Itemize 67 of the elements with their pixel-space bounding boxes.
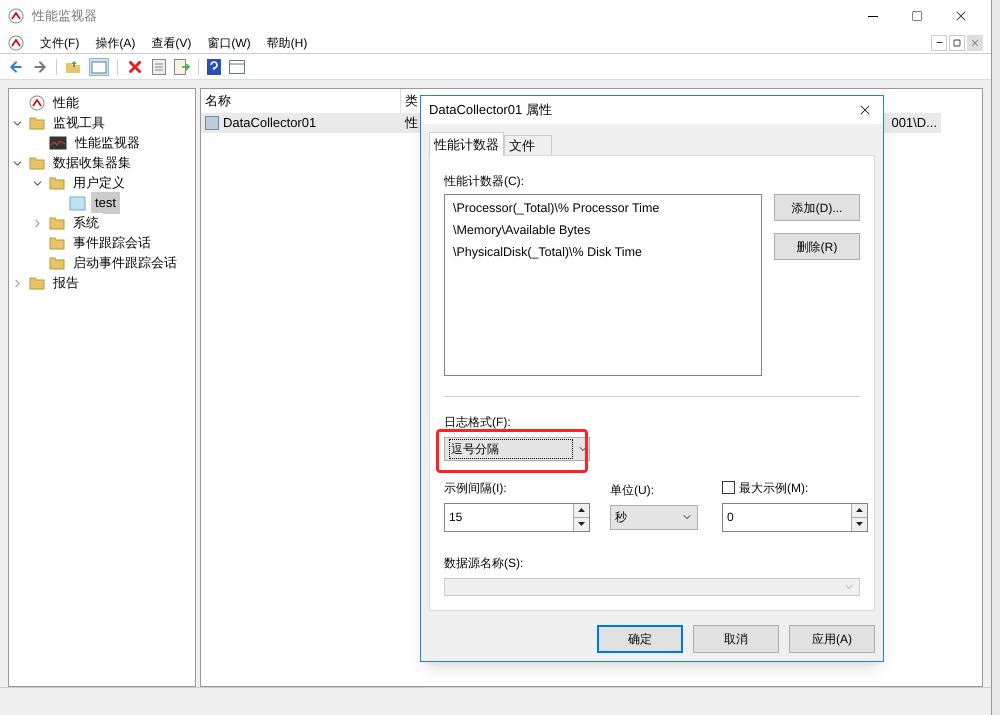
- menu-item[interactable]: 帮助(H): [266, 34, 308, 52]
- down-arrow-icon: [856, 522, 863, 526]
- dialog-button[interactable]: 应用(A): [789, 625, 875, 653]
- back-icon[interactable]: [8, 58, 24, 74]
- folder-icon: [49, 255, 65, 271]
- folder-icon: [49, 215, 65, 231]
- table-cell-text: 001\D...: [890, 114, 938, 132]
- field-label: 示例间隔(I):: [444, 480, 508, 497]
- window-title: 性能监视器: [32, 7, 97, 26]
- help-icon[interactable]: [207, 58, 221, 74]
- add-button[interactable]: 添加(D)...: [774, 194, 860, 221]
- gauge-icon: [8, 34, 24, 50]
- minimize-button[interactable]: [931, 34, 947, 50]
- export-icon[interactable]: [174, 58, 190, 74]
- chart-icon: [49, 136, 67, 150]
- gauge-icon: [8, 8, 24, 24]
- panel-icon[interactable]: [229, 60, 245, 74]
- gauge-icon: [29, 95, 45, 111]
- folder-icon: [29, 275, 45, 291]
- field-label: 日志格式(F):: [444, 414, 512, 431]
- collector-icon: [205, 116, 219, 130]
- tab[interactable]: 文件: [504, 135, 552, 156]
- tree-item[interactable]: test: [91, 192, 120, 214]
- spin-up-button[interactable]: [852, 504, 867, 517]
- cube-icon: [69, 195, 87, 211]
- folder-up-icon[interactable]: [65, 58, 81, 74]
- spin-up-button[interactable]: [574, 504, 589, 517]
- tab[interactable]: 性能计数器: [429, 132, 504, 156]
- folder-icon: [49, 235, 65, 251]
- folder-icon: [49, 175, 65, 191]
- dialog-button[interactable]: 确定: [597, 625, 683, 653]
- up-arrow-icon: [856, 508, 863, 512]
- menu-item[interactable]: 窗口(W): [207, 34, 251, 52]
- interval-spinbox[interactable]: 15: [444, 502, 590, 532]
- spin-down-button[interactable]: [852, 516, 867, 531]
- remove-button[interactable]: 删除(R): [774, 233, 860, 260]
- field-label: 性能计数器(C):: [444, 173, 525, 190]
- close-icon: [970, 38, 980, 48]
- properties-icon[interactable]: [152, 58, 166, 74]
- forward-icon[interactable]: [32, 58, 48, 74]
- dialog-title: DataCollector01 属性: [429, 101, 552, 120]
- up-arrow-icon: [578, 508, 585, 512]
- list-item[interactable]: \PhysicalDisk(_Total)\% Disk Time: [453, 242, 753, 262]
- list-item[interactable]: \Memory\Available Bytes: [453, 220, 753, 240]
- menu-item[interactable]: 操作(A): [95, 34, 136, 52]
- menu-item[interactable]: 查看(V): [151, 34, 192, 52]
- field-label: 单位(U):: [610, 482, 655, 499]
- down-arrow-icon: [578, 522, 585, 526]
- menu-item[interactable]: 文件(F): [40, 34, 80, 52]
- folder-icon: [29, 115, 45, 131]
- log-format-dropdown[interactable]: 逗号分隔: [444, 436, 590, 461]
- panel-icon[interactable]: [89, 58, 109, 76]
- field-label: 数据源名称(S):: [444, 554, 524, 572]
- checkbox-label: 最大示例(M):: [739, 480, 808, 497]
- table-cell-text: 性: [404, 114, 419, 132]
- max-samples-spinbox[interactable]: 0: [722, 502, 868, 532]
- table-cell-text: DataCollector01: [223, 114, 316, 132]
- counter-list[interactable]: \Processor(_Total)\% Processor Time \Memory\Available Bytes \PhysicalDisk(_Total)\% Disk Time: [444, 194, 762, 376]
- checkbox[interactable]: [722, 481, 735, 494]
- spin-down-button[interactable]: [574, 516, 589, 531]
- restore-icon: [953, 38, 961, 46]
- unit-dropdown[interactable]: 秒: [610, 504, 698, 530]
- dialog-button[interactable]: 取消: [693, 625, 779, 653]
- folder-icon: [29, 155, 45, 171]
- restore-button[interactable]: [949, 34, 965, 50]
- list-item[interactable]: \Processor(_Total)\% Processor Time: [453, 199, 753, 218]
- maximize-icon: [911, 10, 923, 22]
